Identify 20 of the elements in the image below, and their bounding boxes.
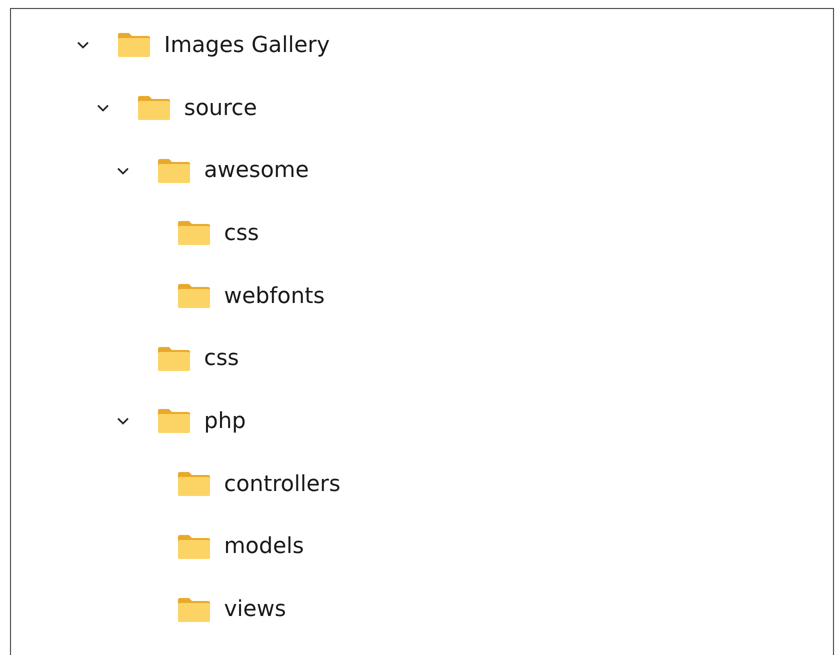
folder-icon [157,408,191,434]
folder-name[interactable]: awesome [204,158,309,184]
folder-icon [177,220,211,246]
folder-icon [177,596,211,623]
folder-name[interactable]: controllers [224,472,340,497]
folder-icon [177,283,211,310]
folder-name[interactable]: php [204,408,246,434]
folder-name[interactable]: views [224,597,286,622]
folder-icon [177,471,211,498]
folder-icon [157,158,191,184]
folder-icon [117,32,151,58]
folder-icon [157,346,191,372]
folder-name[interactable]: css [204,346,240,372]
folder-name[interactable]: source [184,96,258,121]
folder-icon [177,534,211,560]
folder-name[interactable]: css [224,220,260,246]
folder-name[interactable]: Images Gallery [164,32,330,58]
folder-name[interactable]: models [224,534,304,560]
folder-icon [137,95,171,122]
folder-name[interactable]: webfonts [224,284,325,309]
